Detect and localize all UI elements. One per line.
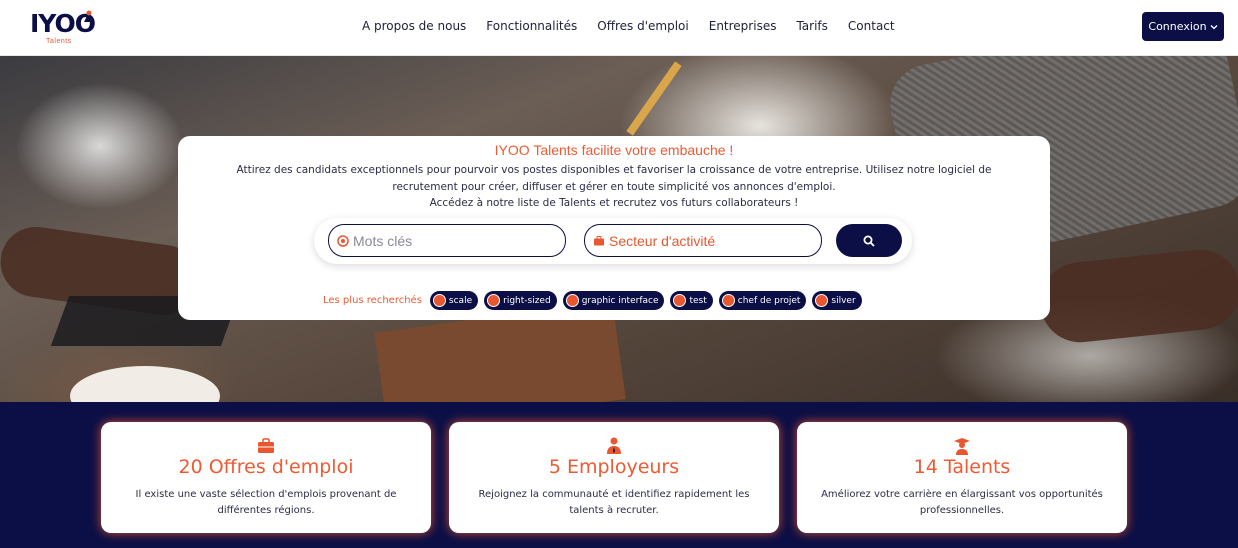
stat-title: 14 Talents (913, 456, 1011, 478)
briefcase-icon (258, 438, 274, 453)
login-button[interactable]: Connexion (1142, 12, 1224, 41)
nav-contact[interactable]: Contact (848, 19, 895, 33)
stat-title: 20 Offres d'emploi (178, 456, 354, 478)
target-icon (337, 234, 349, 247)
tag-label: scale (448, 295, 473, 306)
stats-band: 20 Offres d'emploi Il existe une vaste s… (0, 402, 1238, 548)
hero-section: IYOO Talents facilite votre embauche ! A… (0, 56, 1238, 402)
keywords-input[interactable]: Mots clés (328, 224, 566, 257)
stat-title: 5 Employeurs (548, 456, 680, 478)
stat-description: Il existe une vaste sélection d'emplois … (135, 489, 397, 516)
sector-placeholder: Secteur d'activité (609, 232, 716, 249)
chevron-down-icon (1210, 24, 1218, 29)
tag-label: graphic interface (581, 295, 659, 306)
tag-scale[interactable]: scale (429, 291, 479, 310)
hero-card: IYOO Talents facilite votre embauche ! A… (178, 136, 1050, 320)
tag-icon (432, 294, 446, 307)
popular-label: Les plus recherchés (323, 295, 422, 306)
login-label: Connexion (1148, 20, 1207, 33)
nav-jobs[interactable]: Offres d'emploi (597, 19, 688, 33)
stat-card-jobs[interactable]: 20 Offres d'emploi Il existe une vaste s… (101, 422, 431, 533)
tag-icon (565, 294, 579, 307)
site-header: IYOO Talents A propos de nous Fonctionna… (0, 0, 1238, 56)
tag-icon (673, 294, 687, 307)
hero-description-cta: Accédez à notre liste de Talents et recr… (429, 197, 799, 209)
hero-description-text: Attirez des candidats exceptionnels pour… (236, 164, 992, 193)
tag-label: test (689, 295, 707, 306)
graduate-icon (954, 438, 970, 455)
search-button[interactable] (836, 224, 902, 257)
tag-icon (815, 294, 829, 307)
stat-card-talents[interactable]: 14 Talents Améliorez votre carrière en é… (797, 422, 1127, 533)
tag-graphic-interface[interactable]: graphic interface (562, 291, 665, 310)
logo-person-icon (84, 10, 92, 22)
briefcase-icon (594, 235, 604, 245)
logo-subtitle: Talents (46, 38, 72, 45)
employer-icon (607, 437, 621, 454)
tag-right-sized[interactable]: right-sized (484, 291, 557, 310)
tag-test[interactable]: test (670, 291, 713, 310)
tag-icon (487, 294, 501, 307)
tag-label: right-sized (503, 295, 551, 306)
nav-about[interactable]: A propos de nous (362, 19, 466, 33)
stat-description: Améliorez votre carrière en élargissant … (821, 489, 1103, 516)
search-bar: Mots clés Secteur d'activité (314, 218, 912, 264)
search-icon (863, 235, 875, 247)
tag-label: silver (831, 295, 856, 306)
stat-description: Rejoignez la communauté et identifiez ra… (478, 489, 750, 516)
nav-features[interactable]: Fonctionnalités (486, 19, 577, 33)
logo[interactable]: IYOO Talents (30, 9, 100, 49)
nav-pricing[interactable]: Tarifs (796, 19, 827, 33)
popular-searches: Les plus recherchés scale right-sized gr… (323, 291, 868, 310)
main-nav: A propos de nous Fonctionnalités Offres … (362, 19, 915, 33)
hero-photo-arm-right (1036, 245, 1238, 347)
keywords-placeholder: Mots clés (353, 232, 413, 249)
nav-companies[interactable]: Entreprises (709, 19, 777, 33)
tag-silver[interactable]: silver (812, 291, 862, 310)
tag-chef-de-projet[interactable]: chef de projet (718, 291, 807, 310)
sector-input[interactable]: Secteur d'activité (584, 224, 822, 257)
hero-title: IYOO Talents facilite votre embauche ! (494, 142, 734, 158)
tag-label: chef de projet (737, 295, 801, 306)
hero-description: Attirez des candidats exceptionnels pour… (208, 162, 1020, 212)
tag-icon (721, 294, 735, 307)
hero-photo-pen (626, 61, 682, 136)
stat-card-employers[interactable]: 5 Employeurs Rejoignez la communauté et … (449, 422, 779, 533)
hero-photo-cup (70, 366, 220, 402)
